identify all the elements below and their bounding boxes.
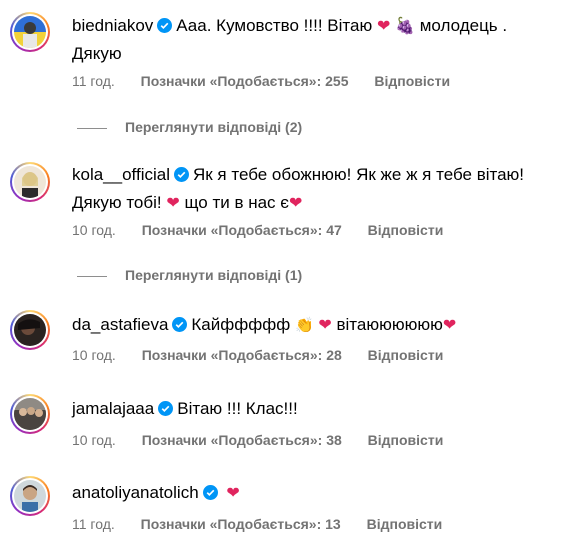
avatar xyxy=(14,16,46,48)
avatar-image-icon xyxy=(14,166,46,198)
comment-body: Як я тебе обожнюю! Як же ж я тебе вітаю! xyxy=(192,165,525,184)
likes-count[interactable]: Позначки «Подобається»: 38 xyxy=(142,432,342,448)
view-replies-button[interactable]: Переглянути відповіді (2) xyxy=(77,119,302,135)
avatar-image-icon xyxy=(14,314,46,346)
avatar-ring[interactable] xyxy=(10,476,50,516)
username[interactable]: biedniakov xyxy=(72,16,153,35)
comment-meta: 10 год. Позначки «Подобається»: 47 Відпо… xyxy=(72,222,465,238)
comment-text: kola__official Як я тебе обожнюю! Як же ж… xyxy=(72,162,552,217)
comment-body: вітаюююююю xyxy=(336,315,443,334)
reply-button[interactable]: Відповісти xyxy=(368,222,444,238)
heart-emoji-icon: ❤ xyxy=(166,195,180,212)
avatar-ring[interactable] xyxy=(10,394,50,434)
reply-button[interactable]: Відповісти xyxy=(367,516,443,532)
comment-text: jamalajaaa Вітаю !!! Клас!!! xyxy=(72,396,552,424)
heart-emoji-icon: ❤ xyxy=(288,195,303,212)
clap-emoji-icon: 👏 xyxy=(294,317,314,334)
comment-text: da_astafieva Кайффффф 👏 ❤ вітаюююююю❤ xyxy=(72,312,552,340)
verified-badge-icon xyxy=(173,164,189,190)
comment-body: Кайффффф xyxy=(191,315,291,334)
avatar xyxy=(14,166,46,198)
comment-body: молодець . xyxy=(419,16,508,35)
comment-meta: 10 год. Позначки «Подобається»: 28 Відпо… xyxy=(72,347,465,363)
reply-button[interactable]: Відповісти xyxy=(368,347,444,363)
avatar-image-icon xyxy=(14,480,46,512)
avatar-ring[interactable] xyxy=(10,12,50,52)
avatar-ring[interactable] xyxy=(10,310,50,350)
likes-count[interactable]: Позначки «Подобається»: 13 xyxy=(141,516,341,532)
avatar-image-icon xyxy=(14,398,46,430)
comment-body: Дякую xyxy=(72,44,122,63)
timestamp[interactable]: 10 год. xyxy=(72,347,116,363)
comment-body: Ааа. Кумовство !!!! Вітаю xyxy=(176,16,373,35)
heart-emoji-icon: ❤ xyxy=(226,485,240,502)
reply-button[interactable]: Відповісти xyxy=(374,73,450,89)
grapes-emoji-icon: 🍇 xyxy=(395,18,415,35)
divider xyxy=(77,127,107,129)
likes-count[interactable]: Позначки «Подобається»: 255 xyxy=(141,73,349,89)
verified-badge-icon xyxy=(158,398,174,424)
likes-count[interactable]: Позначки «Подобається»: 47 xyxy=(142,222,342,238)
verified-badge-icon xyxy=(202,482,218,508)
likes-count[interactable]: Позначки «Подобається»: 28 xyxy=(142,347,342,363)
divider xyxy=(77,275,107,277)
avatar-image-icon xyxy=(14,16,46,48)
timestamp[interactable]: 11 год. xyxy=(72,516,115,532)
comment-text: biedniakov Ааа. Кумовство !!!! Вітаю ❤ 🍇 … xyxy=(72,13,552,67)
view-replies-button[interactable]: Переглянути відповіді (1) xyxy=(77,267,302,283)
avatar xyxy=(14,314,46,346)
comment-body: Дякую тобі! xyxy=(72,193,162,212)
comment-meta: 11 год. Позначки «Подобається»: 13 Відпо… xyxy=(72,516,464,532)
avatar xyxy=(14,480,46,512)
timestamp[interactable]: 10 год. xyxy=(72,222,116,238)
avatar xyxy=(14,398,46,430)
comment-meta: 10 год. Позначки «Подобається»: 38 Відпо… xyxy=(72,432,465,448)
heart-emoji-icon: ❤ xyxy=(318,317,332,334)
comment-body: Вітаю !!! Клас!!! xyxy=(177,399,298,418)
verified-badge-icon xyxy=(172,314,188,340)
comment-meta: 11 год. Позначки «Подобається»: 255 Відп… xyxy=(72,73,472,89)
username[interactable]: jamalajaaa xyxy=(72,399,154,418)
verified-badge-icon xyxy=(157,15,173,41)
username[interactable]: anatoliyanatolich xyxy=(72,483,199,502)
comment-body: що ти в нас є xyxy=(184,193,289,212)
reply-button[interactable]: Відповісти xyxy=(368,432,444,448)
heart-emoji-icon: ❤ xyxy=(442,317,457,334)
username[interactable]: da_astafieva xyxy=(72,315,168,334)
timestamp[interactable]: 11 год. xyxy=(72,73,115,89)
heart-emoji-icon: ❤ xyxy=(376,18,391,35)
timestamp[interactable]: 10 год. xyxy=(72,432,116,448)
avatar-ring[interactable] xyxy=(10,162,50,202)
username[interactable]: kola__official xyxy=(72,165,170,184)
comment-text: anatoliyanatolich ❤ xyxy=(72,480,552,508)
